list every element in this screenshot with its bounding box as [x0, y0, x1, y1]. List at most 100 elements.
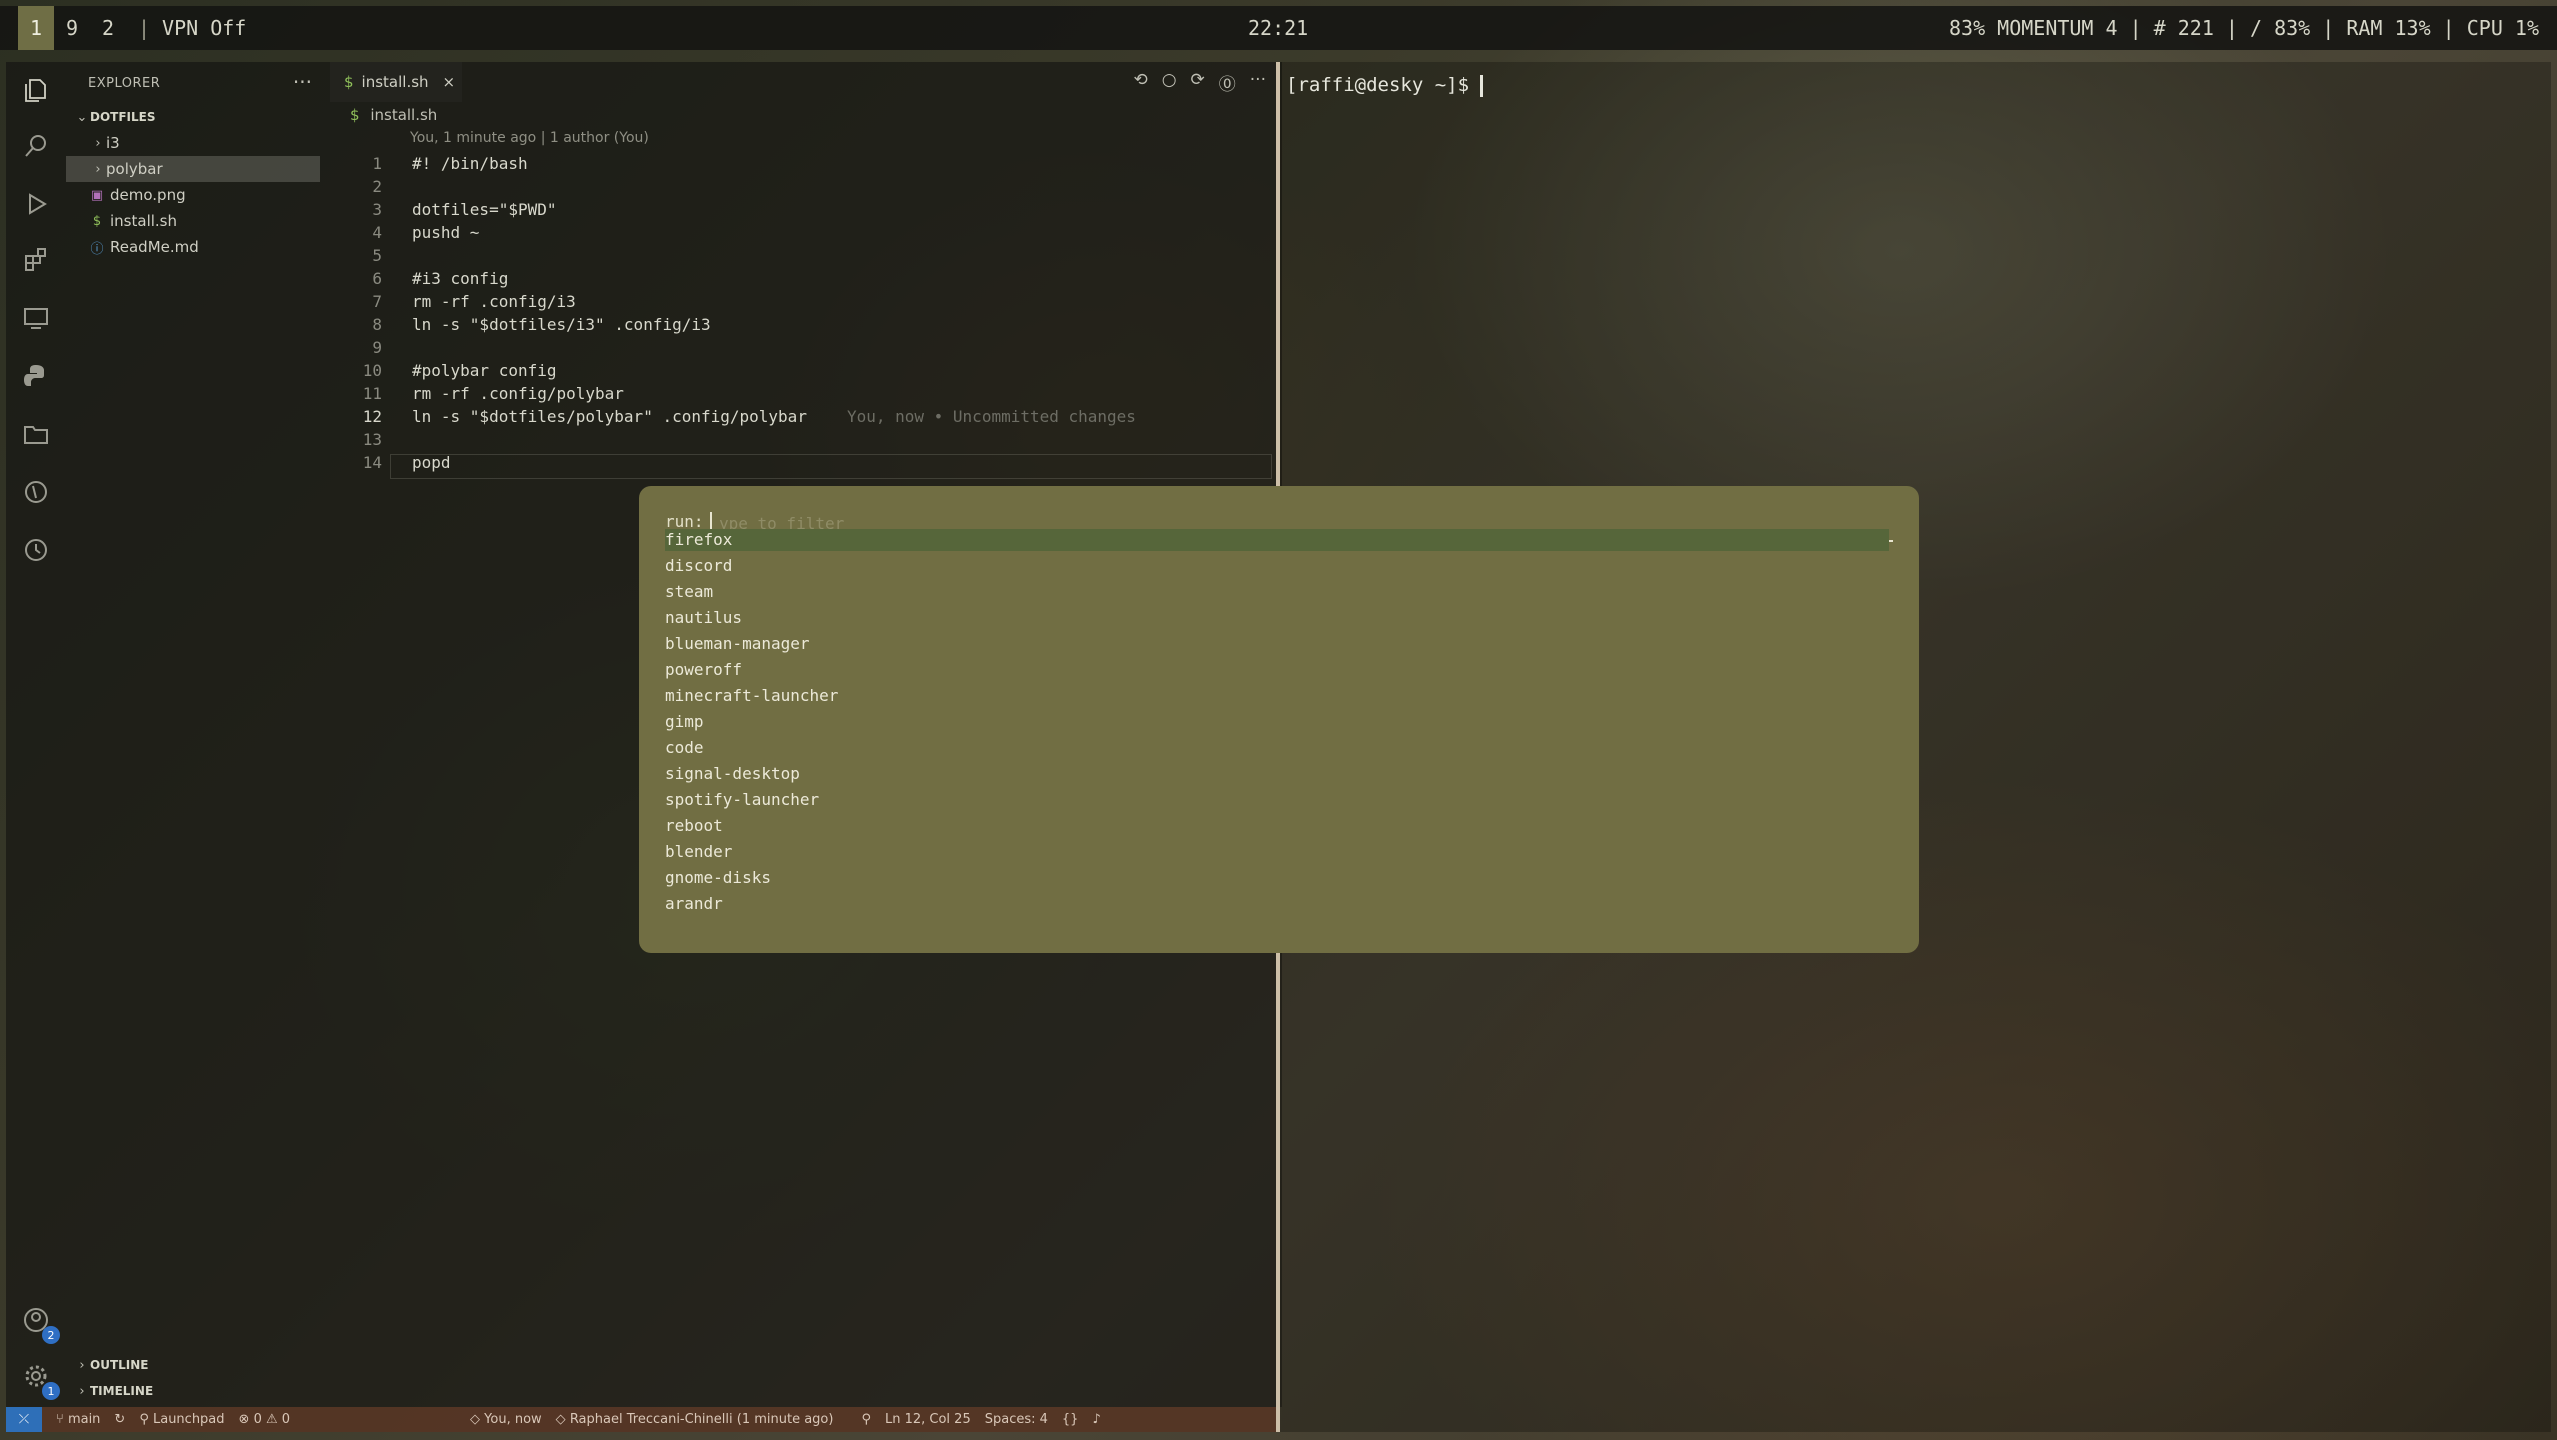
current-line-highlight [390, 454, 1272, 479]
blame-label: You, now [484, 1412, 542, 1427]
open-changes-icon[interactable]: ⟲ [1133, 70, 1147, 95]
remote-explorer-icon[interactable] [18, 300, 54, 336]
run-debug-icon[interactable] [18, 186, 54, 222]
line-number: 11 [362, 384, 382, 403]
breadcrumb-file[interactable]: install.sh [370, 106, 437, 124]
line-number: 5 [372, 246, 382, 265]
line-number: 6 [372, 269, 382, 288]
author-status[interactable]: ◇ Raphael Treccani-Chinelli (1 minute ag… [556, 1412, 834, 1427]
line-code: ln -s "$dotfiles/i3" .config/i3 [412, 315, 711, 334]
workspace-1[interactable]: 1 [18, 6, 54, 50]
image-file-icon: ▣ [90, 187, 104, 203]
problems-status[interactable]: ⊗ 0 ⚠ 0 [239, 1412, 291, 1427]
code-line[interactable]: 12 ln -s "$dotfiles/polybar" .config/poly… [330, 405, 1136, 428]
cursor-position[interactable]: Ln 12, Col 25 [885, 1412, 971, 1427]
launcher-item[interactable]: arandr [665, 893, 1889, 915]
code-line[interactable]: 1 #! /bin/bash [330, 152, 527, 175]
workspace-9[interactable]: 9 [54, 6, 90, 50]
launcher-item[interactable]: reboot [665, 815, 1889, 837]
prompt-text: [raffi@desky ~]$ [1286, 74, 1481, 96]
app-launcher: run: ype to filter firefox discord steam na… [639, 486, 1919, 953]
launchpad-status[interactable]: ⚲ Launchpad [139, 1412, 224, 1427]
close-icon[interactable]: × [443, 73, 456, 91]
tree-item-readme[interactable]: ⓘ ReadMe.md [66, 234, 320, 260]
activity-bar: 2 1 [6, 62, 66, 1407]
launchpad-label: Launchpad [152, 1412, 225, 1427]
launcher-item[interactable]: signal-desktop [665, 763, 1889, 785]
code-line[interactable]: 14 popd [330, 451, 451, 474]
git-lens-icon[interactable]: ⓪ [1219, 70, 1236, 95]
tree-item-install-sh[interactable]: $ install.sh [66, 208, 320, 234]
extensions-icon[interactable] [18, 242, 54, 278]
tree-item-label: polybar [106, 160, 163, 178]
indentation-status[interactable]: Spaces: 4 [985, 1412, 1048, 1427]
launcher-item[interactable]: firefox [665, 529, 1889, 551]
remote-icon[interactable]: ⤫ [6, 1407, 42, 1432]
more-actions-icon[interactable]: ··· [293, 70, 312, 94]
code-line[interactable]: 7 rm -rf .config/i3 [330, 290, 576, 313]
search-icon[interactable] [18, 128, 54, 164]
timeline-icon[interactable] [18, 532, 54, 568]
folder-dotfiles[interactable]: ⌄ DOTFILES [66, 104, 320, 130]
launcher-item[interactable]: blueman-manager [665, 633, 1889, 655]
settings-badge: 1 [42, 1382, 60, 1400]
chevron-down-icon: ⌄ [76, 109, 88, 125]
next-change-icon[interactable]: ⟳ [1191, 70, 1205, 95]
accounts-badge: 2 [42, 1326, 60, 1344]
launcher-item[interactable]: code [665, 737, 1889, 759]
launcher-item[interactable]: steam [665, 581, 1889, 603]
line-ending-icon[interactable]: {} [1062, 1412, 1079, 1427]
launcher-item[interactable]: minecraft-launcher [665, 685, 1889, 707]
system-stats: 83% MOMENTUM 4 | # 221 | / 83% | RAM 13%… [1948, 16, 2539, 40]
tree-item-polybar[interactable]: › polybar [66, 156, 320, 182]
outline-section[interactable]: › OUTLINE [66, 1352, 320, 1378]
line-number: 9 [372, 338, 382, 357]
code-line[interactable]: 3 dotfiles="$PWD" [330, 198, 556, 221]
settings-gear-icon[interactable]: 1 [18, 1358, 60, 1400]
launcher-item[interactable]: blender [665, 841, 1889, 863]
code-line[interactable]: 8 ln -s "$dotfiles/i3" .config/i3 [330, 313, 711, 336]
code-line[interactable]: 13 [330, 428, 412, 451]
problems-label: 0 ⚠ 0 [253, 1412, 291, 1427]
tree-item-i3[interactable]: › i3 [66, 130, 320, 156]
code-line[interactable]: 6 #i3 config [330, 267, 508, 290]
chevron-right-icon: › [95, 135, 101, 151]
line-code: pushd ~ [412, 223, 480, 242]
explorer-icon[interactable] [18, 72, 54, 108]
launcher-item[interactable]: nautilus [665, 607, 1889, 629]
breadcrumb[interactable]: $ install.sh [350, 106, 437, 124]
python-icon[interactable] [18, 358, 54, 394]
launcher-item[interactable]: poweroff [665, 659, 1889, 681]
previous-change-icon[interactable]: ○ [1162, 70, 1177, 95]
tree-item-demo-png[interactable]: ▣ demo.png [66, 182, 320, 208]
code-line[interactable]: 11 rm -rf .config/polybar [330, 382, 624, 405]
code-line[interactable]: 2 [330, 175, 412, 198]
code-line[interactable]: 10 #polybar config [330, 359, 557, 382]
timeline-section[interactable]: › TIMELINE [66, 1378, 320, 1404]
launcher-item[interactable]: discord [665, 555, 1889, 577]
zoom-icon[interactable]: ⚲ [861, 1412, 871, 1427]
bar-separator: | [138, 16, 151, 40]
branch-status[interactable]: ⑂ main [56, 1412, 100, 1427]
folder-icon[interactable] [18, 416, 54, 452]
code-line[interactable]: 9 [330, 336, 412, 359]
blame-codelens[interactable]: You, 1 minute ago | 1 author (You) [410, 130, 649, 146]
launcher-item[interactable]: gnome-disks [665, 867, 1889, 889]
sync-icon[interactable]: ↻ [114, 1412, 125, 1427]
bell-icon[interactable]: ♪ [1092, 1412, 1100, 1427]
line-code: rm -rf .config/i3 [412, 292, 576, 311]
tab-install-sh[interactable]: $ install.sh × [330, 62, 462, 102]
tree-item-label: ReadMe.md [110, 238, 199, 256]
more-actions-icon[interactable]: ··· [1250, 70, 1266, 95]
accounts-icon[interactable]: 2 [18, 1302, 60, 1344]
code-line[interactable]: 4 pushd ~ [330, 221, 479, 244]
code-line[interactable]: 5 [330, 244, 412, 267]
git-commit-icon: ◇ [470, 1412, 485, 1427]
workspace-2[interactable]: 2 [90, 6, 126, 50]
blame-status[interactable]: ◇ You, now [470, 1412, 542, 1427]
info-file-icon: ⓘ [90, 241, 104, 257]
launcher-item[interactable]: gimp [665, 711, 1889, 733]
launcher-item[interactable]: spotify-launcher [665, 789, 1889, 811]
line-number: 1 [372, 154, 382, 173]
git-graph-icon[interactable] [18, 474, 54, 510]
